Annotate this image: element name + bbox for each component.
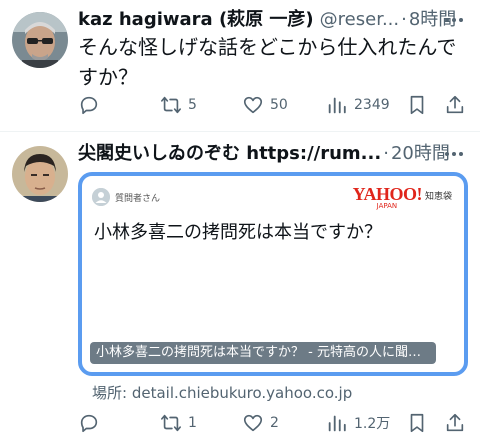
retweet-icon (161, 414, 181, 432)
more-icon[interactable] (442, 142, 466, 166)
logo-main: YAHOO! (352, 184, 423, 204)
share-button[interactable] (444, 94, 466, 116)
tweet-text: そんな怪しげな話をどこから仕入れたんですか？ (78, 35, 457, 89)
views-icon (328, 97, 346, 114)
author-name[interactable]: 尖閣史いしゐのぞむ https://rum... (78, 142, 381, 166)
share-icon (446, 95, 464, 114)
tweet[interactable]: 尖閣史いしゐのぞむ https://rum... · 20時間 質問者さん YA… (0, 132, 480, 448)
logo-service: 知恵袋 (424, 192, 452, 202)
tweet[interactable]: kaz hagiwara (萩原 一彦) @reser... · 8時間 そんな… (0, 0, 480, 132)
like-count: 2 (270, 415, 279, 431)
retweet-button[interactable]: 5 (160, 94, 197, 116)
separator-dot: · (401, 9, 407, 30)
like-button[interactable]: 50 (242, 94, 288, 116)
views-count: 1.2万 (354, 416, 391, 432)
share-icon (446, 413, 464, 432)
card-question: 小林多喜二の拷問死は本当ですか？ (94, 222, 382, 243)
action-bar: 1 2 1.2万 (72, 410, 470, 436)
views-button[interactable]: 2349 (326, 94, 390, 116)
views-count: 2349 (354, 97, 390, 113)
bookmark-button[interactable] (406, 94, 428, 116)
avatar[interactable] (12, 12, 68, 68)
timestamp[interactable]: 20時間 (391, 142, 450, 166)
reply-button[interactable] (78, 412, 106, 434)
reply-icon (80, 414, 98, 433)
asker-row: 質問者さん (92, 188, 160, 206)
separator-dot: · (383, 143, 389, 164)
retweet-icon (161, 96, 181, 114)
like-count: 50 (270, 97, 288, 113)
bookmark-button[interactable] (406, 412, 428, 434)
card-caption: 小林多喜二の拷問死は本当ですか？ - 元特高の人に聞… (90, 342, 436, 364)
reply-button[interactable] (78, 94, 106, 116)
heart-icon (243, 96, 263, 114)
card-source[interactable]: 場所: detail.chiebukuro.yahoo.co.jp (92, 382, 352, 403)
retweet-count: 5 (188, 97, 197, 113)
user-icon (92, 188, 110, 206)
retweet-count: 1 (188, 415, 197, 431)
reply-icon (80, 96, 98, 115)
logo-sub: JAPAN (376, 202, 398, 210)
bookmark-icon (410, 413, 424, 433)
views-button[interactable]: 1.2万 (326, 412, 390, 434)
retweet-button[interactable]: 1 (160, 412, 197, 434)
share-button[interactable] (444, 412, 466, 434)
more-icon[interactable] (442, 8, 466, 32)
action-bar: 5 50 2349 (72, 92, 470, 118)
author-name[interactable]: kaz hagiwara (萩原 一彦) (78, 8, 314, 32)
bookmark-icon (410, 95, 424, 115)
link-card[interactable]: 質問者さん YAHOO! JAPAN 知恵袋 小林多喜二の拷問死は本当ですか？ … (78, 172, 468, 376)
heart-icon (243, 414, 263, 432)
avatar[interactable] (12, 146, 68, 202)
asker-label: 質問者さん (115, 193, 161, 204)
yahoo-chiebukuro-logo: YAHOO! JAPAN 知恵袋 (352, 184, 452, 210)
like-button[interactable]: 2 (242, 412, 279, 434)
tweet-header: kaz hagiwara (萩原 一彦) @reser... · 8時間 (78, 8, 468, 32)
tweet-header: 尖閣史いしゐのぞむ https://rum... · 20時間 (78, 142, 468, 166)
author-handle[interactable]: @reser... (320, 8, 399, 32)
views-icon (328, 415, 346, 432)
